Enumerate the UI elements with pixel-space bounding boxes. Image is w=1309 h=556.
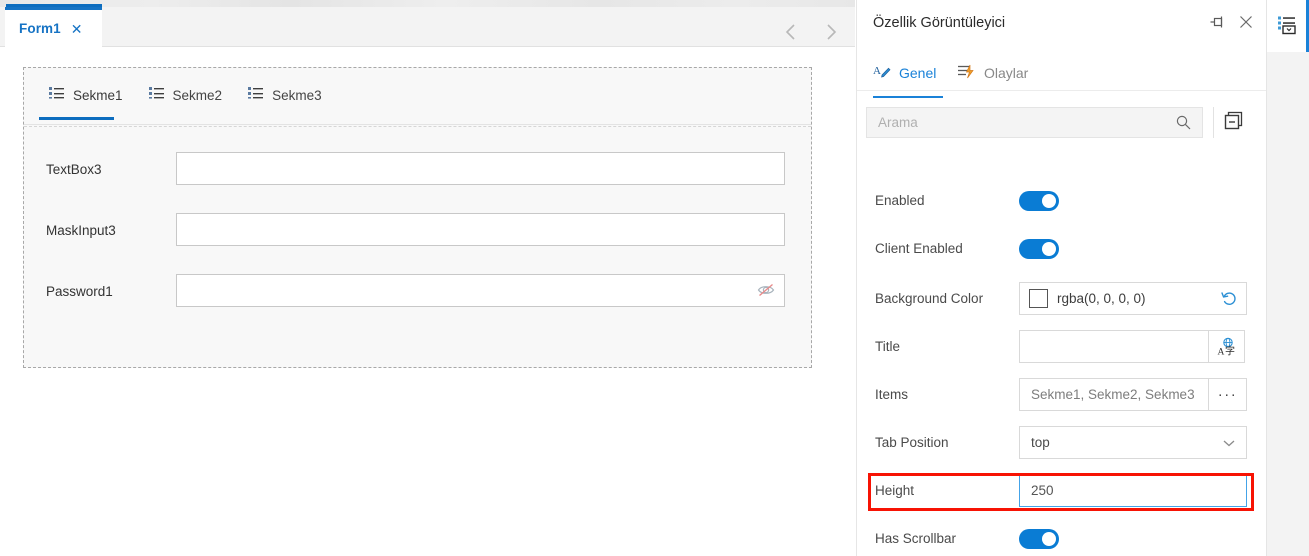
toggle-knob bbox=[1042, 194, 1056, 208]
tab-label: Olaylar bbox=[984, 65, 1029, 81]
property-label: Enabled bbox=[875, 193, 925, 208]
pin-icon[interactable] bbox=[1210, 15, 1225, 34]
property-label: Client Enabled bbox=[875, 241, 963, 256]
tabcontrol-tab-label: Sekme2 bbox=[172, 87, 223, 103]
field-label: MaskInput3 bbox=[46, 223, 116, 238]
client-enabled-toggle[interactable] bbox=[1019, 239, 1059, 259]
title-field-group: A 字 bbox=[1019, 330, 1245, 363]
tabcontrol-widget[interactable]: Sekme1 Sekme2 Sekme3 TextBox3 MaskInput3… bbox=[23, 67, 812, 368]
collapse-all-icon[interactable] bbox=[1224, 111, 1244, 136]
property-row-background-color: Background Color rgba(0, 0, 0, 0) bbox=[857, 276, 1267, 324]
chevron-right-icon[interactable] bbox=[825, 23, 837, 46]
form-canvas: Sekme1 Sekme2 Sekme3 TextBox3 MaskInput3… bbox=[0, 48, 855, 556]
property-row-title: Title A 字 bbox=[857, 324, 1267, 372]
height-input[interactable]: 250 bbox=[1019, 474, 1247, 507]
tabcontrol-tab-label: Sekme1 bbox=[73, 87, 123, 103]
property-label: Height bbox=[875, 483, 915, 498]
window-top-strip bbox=[0, 0, 855, 7]
chevron-left-icon[interactable] bbox=[785, 23, 797, 46]
has-scrollbar-toggle[interactable] bbox=[1019, 529, 1059, 549]
tabcontrol-tab-sekme3[interactable]: Sekme3 bbox=[238, 82, 338, 108]
panel-title: Özellik Görüntüleyici bbox=[873, 15, 1006, 31]
document-tab-form1[interactable]: Form1 ✕ bbox=[5, 7, 102, 47]
tab-olaylar[interactable]: Olaylar bbox=[957, 55, 1049, 91]
title-input[interactable] bbox=[1019, 330, 1209, 363]
form-row-textbox3: TextBox3 bbox=[24, 150, 811, 196]
list-icon bbox=[148, 86, 164, 104]
translate-icon[interactable]: A 字 bbox=[1209, 330, 1245, 363]
tab-position-value: top bbox=[1031, 435, 1050, 450]
eye-slash-icon[interactable] bbox=[757, 282, 775, 303]
toggle-knob bbox=[1042, 242, 1056, 256]
property-label: Tab Position bbox=[875, 435, 949, 450]
items-value: Sekme1, Sekme2, Sekme3 bbox=[1031, 387, 1195, 402]
tabcontrol-tabstrip: Sekme1 Sekme2 Sekme3 bbox=[39, 82, 338, 120]
property-label: Items bbox=[875, 387, 909, 402]
height-value: 250 bbox=[1031, 483, 1054, 498]
tab-label: Genel bbox=[899, 65, 937, 81]
tabcontrol-header: Sekme1 Sekme2 Sekme3 bbox=[24, 68, 811, 125]
close-icon[interactable] bbox=[1239, 15, 1253, 34]
background-color-field[interactable]: rgba(0, 0, 0, 0) bbox=[1019, 282, 1247, 315]
items-input[interactable]: Sekme1, Sekme2, Sekme3 bbox=[1019, 378, 1209, 411]
items-field-group: Sekme1, Sekme2, Sekme3 ··· bbox=[1019, 378, 1247, 411]
svg-text:A: A bbox=[873, 65, 881, 77]
designer-area: Form1 ✕ Sekme1 Sekme2 Sekme3 TextBox3 Ma… bbox=[0, 0, 855, 556]
password1-input[interactable] bbox=[176, 274, 785, 307]
panel-header: Özellik Görüntüleyici bbox=[857, 0, 1267, 48]
close-icon[interactable]: ✕ bbox=[71, 22, 83, 36]
field-label: TextBox3 bbox=[46, 162, 102, 177]
list-icon bbox=[248, 86, 264, 104]
tabcontrol-tab-sekme1[interactable]: Sekme1 bbox=[39, 82, 139, 120]
property-row-enabled: Enabled bbox=[857, 178, 1267, 226]
items-ellipsis-button[interactable]: ··· bbox=[1209, 378, 1247, 411]
document-tabbar: Form1 ✕ bbox=[0, 7, 855, 47]
form-row-maskinput3: MaskInput3 bbox=[24, 211, 811, 257]
field-label: Password1 bbox=[46, 284, 113, 299]
tab-genel[interactable]: A Genel bbox=[873, 55, 943, 98]
right-rail bbox=[1266, 0, 1309, 556]
property-label: Has Scrollbar bbox=[875, 531, 957, 546]
event-lightning-icon bbox=[957, 63, 976, 84]
edit-text-icon: A bbox=[873, 63, 891, 84]
textbox3-input[interactable] bbox=[176, 152, 785, 185]
tab-position-select[interactable]: top bbox=[1019, 426, 1247, 459]
toggle-knob bbox=[1042, 532, 1056, 546]
property-label: Title bbox=[875, 339, 901, 354]
search-box[interactable] bbox=[866, 107, 1203, 138]
toolbox-list-icon bbox=[1277, 13, 1299, 40]
tabcontrol-tab-label: Sekme3 bbox=[272, 87, 322, 103]
maskinput3-input[interactable] bbox=[176, 213, 785, 246]
undo-icon[interactable] bbox=[1221, 290, 1238, 307]
search-divider bbox=[1213, 107, 1214, 138]
property-row-height: Height 250 bbox=[857, 468, 1267, 516]
app-root: Form1 ✕ Sekme1 Sekme2 Sekme3 TextBox3 Ma… bbox=[0, 0, 1309, 556]
panel-tabstrip: A Genel Olaylar bbox=[857, 48, 1267, 98]
panel-header-buttons bbox=[1210, 15, 1253, 34]
property-row-has-scrollbar: Has Scrollbar bbox=[857, 516, 1267, 556]
color-swatch[interactable] bbox=[1029, 289, 1048, 308]
property-row-client-enabled: Client Enabled bbox=[857, 226, 1267, 274]
search-row bbox=[857, 103, 1267, 151]
search-input[interactable] bbox=[867, 115, 1176, 130]
property-label: Background Color bbox=[875, 291, 984, 306]
property-row-tab-position: Tab Position top bbox=[857, 420, 1267, 468]
property-panel: Özellik Görüntüleyici A Genel Olaylar Ar… bbox=[856, 0, 1267, 556]
property-row-items: Items Sekme1, Sekme2, Sekme3 ··· bbox=[857, 372, 1267, 420]
color-value: rgba(0, 0, 0, 0) bbox=[1057, 291, 1146, 306]
toolbox-panel-button[interactable] bbox=[1267, 0, 1309, 52]
list-icon bbox=[49, 86, 64, 104]
search-icon[interactable] bbox=[1176, 115, 1202, 130]
form-row-password1: Password1 bbox=[24, 272, 811, 318]
tabcontrol-tab-sekme2[interactable]: Sekme2 bbox=[139, 82, 239, 108]
tabcontrol-body: TextBox3 MaskInput3 Password1 bbox=[24, 126, 811, 368]
svg-text:字: 字 bbox=[1225, 345, 1237, 357]
enabled-toggle[interactable] bbox=[1019, 191, 1059, 211]
chevron-down-icon[interactable] bbox=[1223, 434, 1235, 452]
document-tab-label: Form1 bbox=[19, 21, 61, 36]
